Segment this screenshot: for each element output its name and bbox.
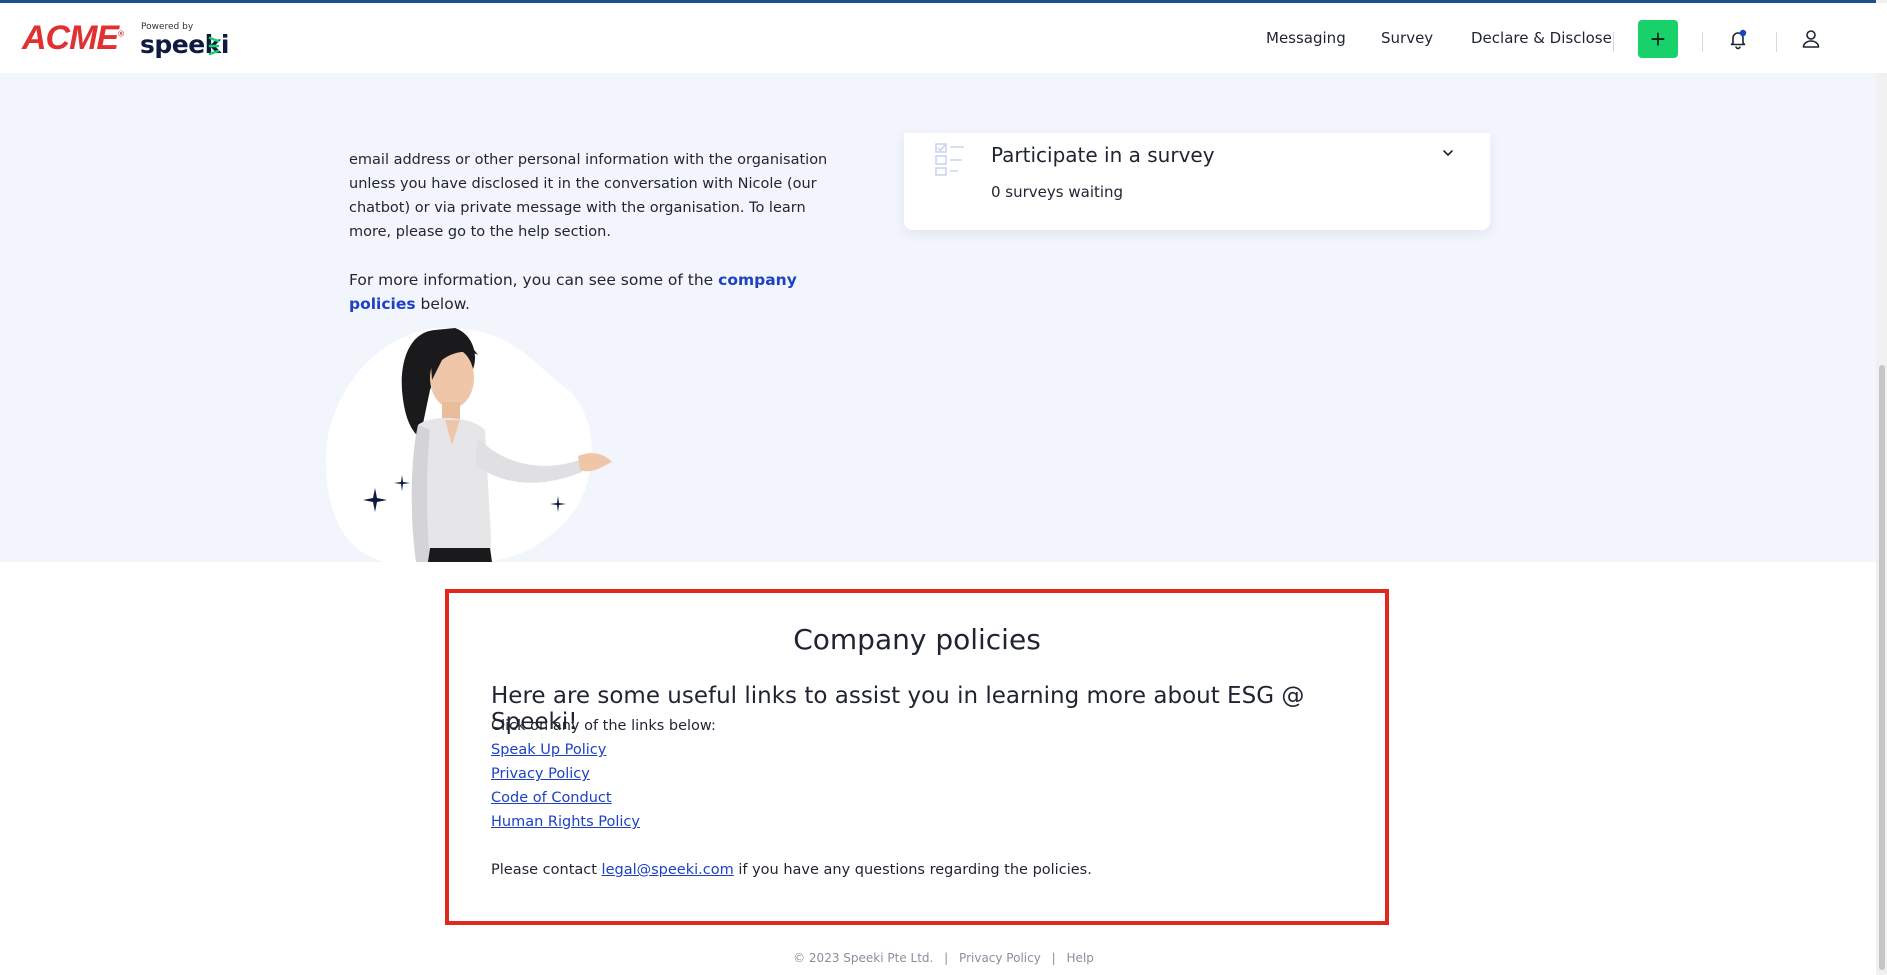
survey-card[interactable]: Participate in a survey 0 surveys waitin… [904, 133, 1490, 230]
policies-contact-text: Please contact legal@speeki.com if you h… [491, 862, 1092, 878]
footer-privacy-link[interactable]: Privacy Policy [959, 951, 1041, 965]
plus-icon: + [1650, 24, 1666, 54]
footer-separator: | [1051, 951, 1056, 965]
chevron-down-icon[interactable] [1440, 145, 1456, 161]
nav-divider [1702, 32, 1703, 52]
notification-dot [1739, 29, 1747, 37]
scrollbar-thumb[interactable] [1879, 365, 1885, 970]
footer-copyright: © 2023 Speeki Pte Ltd. [793, 951, 934, 965]
survey-count: 0 surveys waiting [991, 183, 1124, 201]
speeki-logo-mark-icon [208, 36, 220, 56]
footer-separator: | [944, 951, 949, 965]
contact-suffix: if you have any questions regarding the … [733, 862, 1092, 878]
nav-messaging[interactable]: Messaging [1266, 29, 1346, 47]
user-icon[interactable] [1800, 28, 1822, 50]
page-footer: © 2023 Speeki Pte Ltd. | Privacy Policy … [0, 951, 1887, 965]
legal-email-link[interactable]: legal@speeki.com [602, 862, 734, 878]
speak-up-policy-link[interactable]: Speak Up Policy [491, 742, 606, 758]
survey-checklist-icon [935, 143, 964, 176]
policies-title: Company policies [793, 623, 1041, 656]
nav-survey[interactable]: Survey [1381, 29, 1433, 47]
more-info-text: For more information, you can see some o… [349, 268, 849, 316]
top-navbar: ACME® Powered by speeki Messaging Survey… [0, 3, 1887, 73]
nav-divider [1613, 32, 1614, 52]
add-button[interactable]: + [1638, 20, 1678, 58]
footer-help-link[interactable]: Help [1067, 951, 1094, 965]
survey-card-title: Participate in a survey [991, 143, 1215, 167]
more-info-prefix: For more information, you can see some o… [349, 271, 719, 289]
nav-declare-disclose[interactable]: Declare & Disclose [1471, 29, 1612, 47]
privacy-notice-text: email address or other personal informat… [349, 152, 828, 240]
hero-section: email address or other personal informat… [0, 73, 1887, 562]
more-info-suffix: below. [415, 295, 470, 313]
contact-prefix: Please contact [491, 862, 602, 878]
company-policies-panel: Company policies Here are some useful li… [445, 589, 1389, 925]
chatbot-avatar-nicole [363, 328, 612, 562]
privacy-policy-link[interactable]: Privacy Policy [491, 766, 590, 782]
bell-icon[interactable] [1727, 28, 1749, 50]
acme-logo[interactable]: ACME® [22, 19, 124, 58]
code-of-conduct-link[interactable]: Code of Conduct [491, 790, 612, 806]
human-rights-policy-link[interactable]: Human Rights Policy [491, 814, 640, 830]
nav-divider [1776, 32, 1777, 52]
policies-instruction: Click on any of the links below: [491, 718, 716, 734]
